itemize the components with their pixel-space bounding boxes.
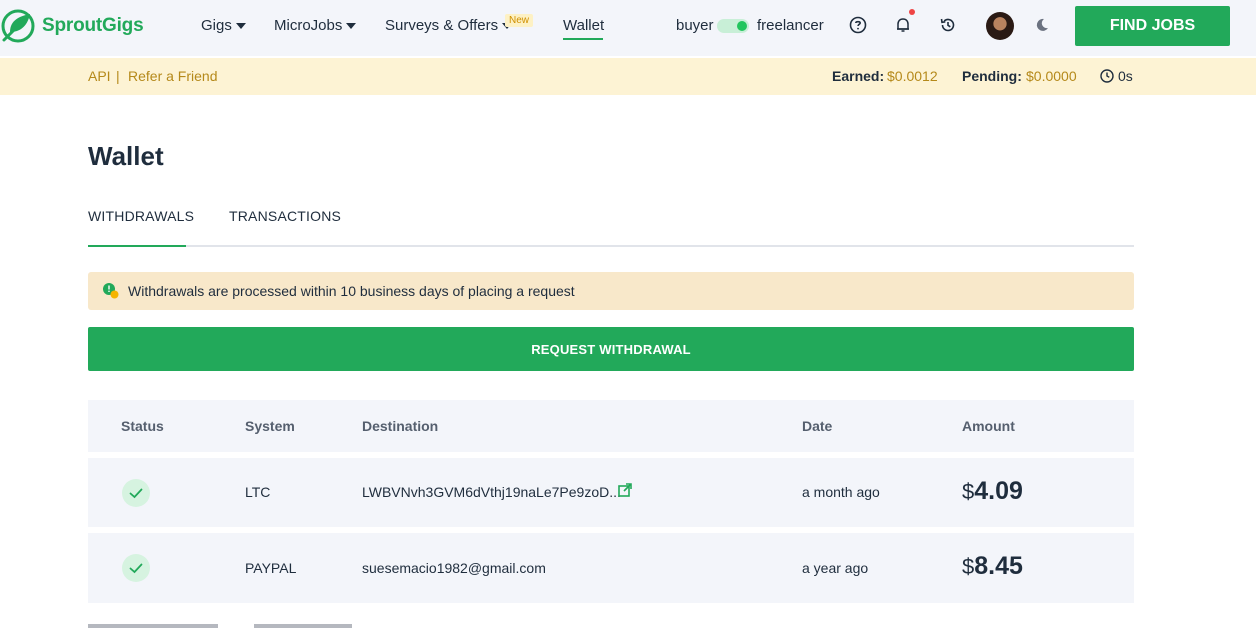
pagination-button[interactable] — [88, 624, 218, 628]
brand-logo[interactable]: SproutGigs — [0, 8, 144, 44]
link-separator: | — [116, 68, 120, 84]
currency-symbol: $ — [962, 479, 975, 504]
tab-transactions[interactable]: TRANSACTIONS — [229, 208, 341, 224]
toggle-knob — [737, 21, 747, 31]
header-date: Date — [802, 418, 833, 434]
header-status: Status — [121, 418, 164, 434]
caret-down-icon — [346, 23, 357, 29]
page-title: Wallet — [88, 141, 164, 171]
moon-icon[interactable] — [1031, 14, 1053, 36]
brand-name: SproutGigs — [42, 15, 144, 36]
role-toggle[interactable] — [717, 19, 749, 33]
help-icon[interactable] — [847, 14, 869, 36]
notice-text: Withdrawals are processed within 10 busi… — [128, 283, 575, 299]
notification-dot — [909, 9, 915, 15]
find-jobs-button[interactable]: FIND JOBS — [1075, 6, 1230, 46]
role-buyer-label: buyer — [676, 17, 714, 34]
nav-microjobs[interactable]: MicroJobs — [274, 17, 357, 34]
avatar[interactable] — [986, 12, 1014, 40]
caret-down-icon — [235, 23, 246, 29]
earned-label: Earned: — [832, 68, 885, 84]
info-chat-icon — [103, 283, 119, 299]
amount-value: 4.09 — [974, 477, 1023, 505]
header-amount: Amount — [962, 418, 1015, 434]
nav-microjobs-label: MicroJobs — [274, 17, 343, 34]
tabs-divider — [88, 245, 1134, 247]
table-header: Status System Destination Date Amount — [88, 400, 1134, 452]
status-check-icon — [122, 479, 150, 507]
pagination-button[interactable] — [254, 624, 352, 628]
api-link[interactable]: API — [88, 68, 111, 84]
earnings-bar: API | Refer a Friend Earned: $0.0012 Pen… — [0, 58, 1256, 95]
row-destination: suesemacio1982@gmail.com — [362, 560, 546, 576]
earned-value: $0.0012 — [887, 68, 938, 84]
refer-friend-link[interactable]: Refer a Friend — [128, 68, 217, 84]
top-navbar: SproutGigs Gigs MicroJobs Surveys & Offe… — [0, 0, 1256, 56]
status-check-icon — [122, 554, 150, 582]
tab-withdrawals[interactable]: WITHDRAWALS — [88, 208, 194, 224]
row-destination: LWBVNvh3GVM6dVthj19naLe7Pe9zoD... — [362, 484, 621, 500]
amount-value: 8.45 — [974, 552, 1023, 580]
header-destination: Destination — [362, 418, 439, 434]
table-row: PAYPAL suesemacio1982@gmail.com a year a… — [88, 533, 1134, 603]
nav-wallet-label: Wallet — [563, 17, 605, 34]
role-freelancer-label: freelancer — [757, 17, 824, 34]
row-system: LTC — [245, 484, 271, 500]
nav-gigs[interactable]: Gigs — [201, 17, 246, 34]
sprout-logo-icon — [1, 9, 35, 43]
row-amount: $4.09 — [962, 477, 1023, 506]
row-date: a year ago — [802, 560, 869, 576]
pending-label: Pending: — [962, 68, 1022, 84]
nav-surveys-label: Surveys & Offers — [385, 17, 499, 34]
row-system: PAYPAL — [245, 560, 297, 576]
nav-wallet[interactable]: Wallet — [563, 17, 604, 34]
bell-icon[interactable] — [892, 14, 914, 36]
external-link-icon[interactable] — [618, 483, 632, 502]
new-badge: New — [505, 14, 534, 27]
pending-value: $0.0000 — [1026, 68, 1077, 84]
nav-gigs-label: Gigs — [201, 17, 232, 34]
currency-symbol: $ — [962, 554, 975, 579]
history-icon[interactable] — [937, 14, 959, 36]
nav-surveys-offers[interactable]: Surveys & Offers — [385, 17, 513, 34]
active-nav-indicator — [563, 38, 603, 40]
row-amount: $8.45 — [962, 552, 1023, 581]
header-system: System — [245, 418, 295, 434]
timer-value: 0s — [1118, 68, 1133, 84]
request-withdrawal-button[interactable]: REQUEST WITHDRAWAL — [88, 327, 1134, 371]
active-tab-indicator — [88, 245, 186, 247]
session-timer: 0s — [1100, 68, 1133, 84]
withdrawal-notice: Withdrawals are processed within 10 busi… — [88, 272, 1134, 310]
clock-icon — [1100, 69, 1114, 83]
table-row: LTC LWBVNvh3GVM6dVthj19naLe7Pe9zoD... a … — [88, 458, 1134, 527]
row-date: a month ago — [802, 484, 880, 500]
